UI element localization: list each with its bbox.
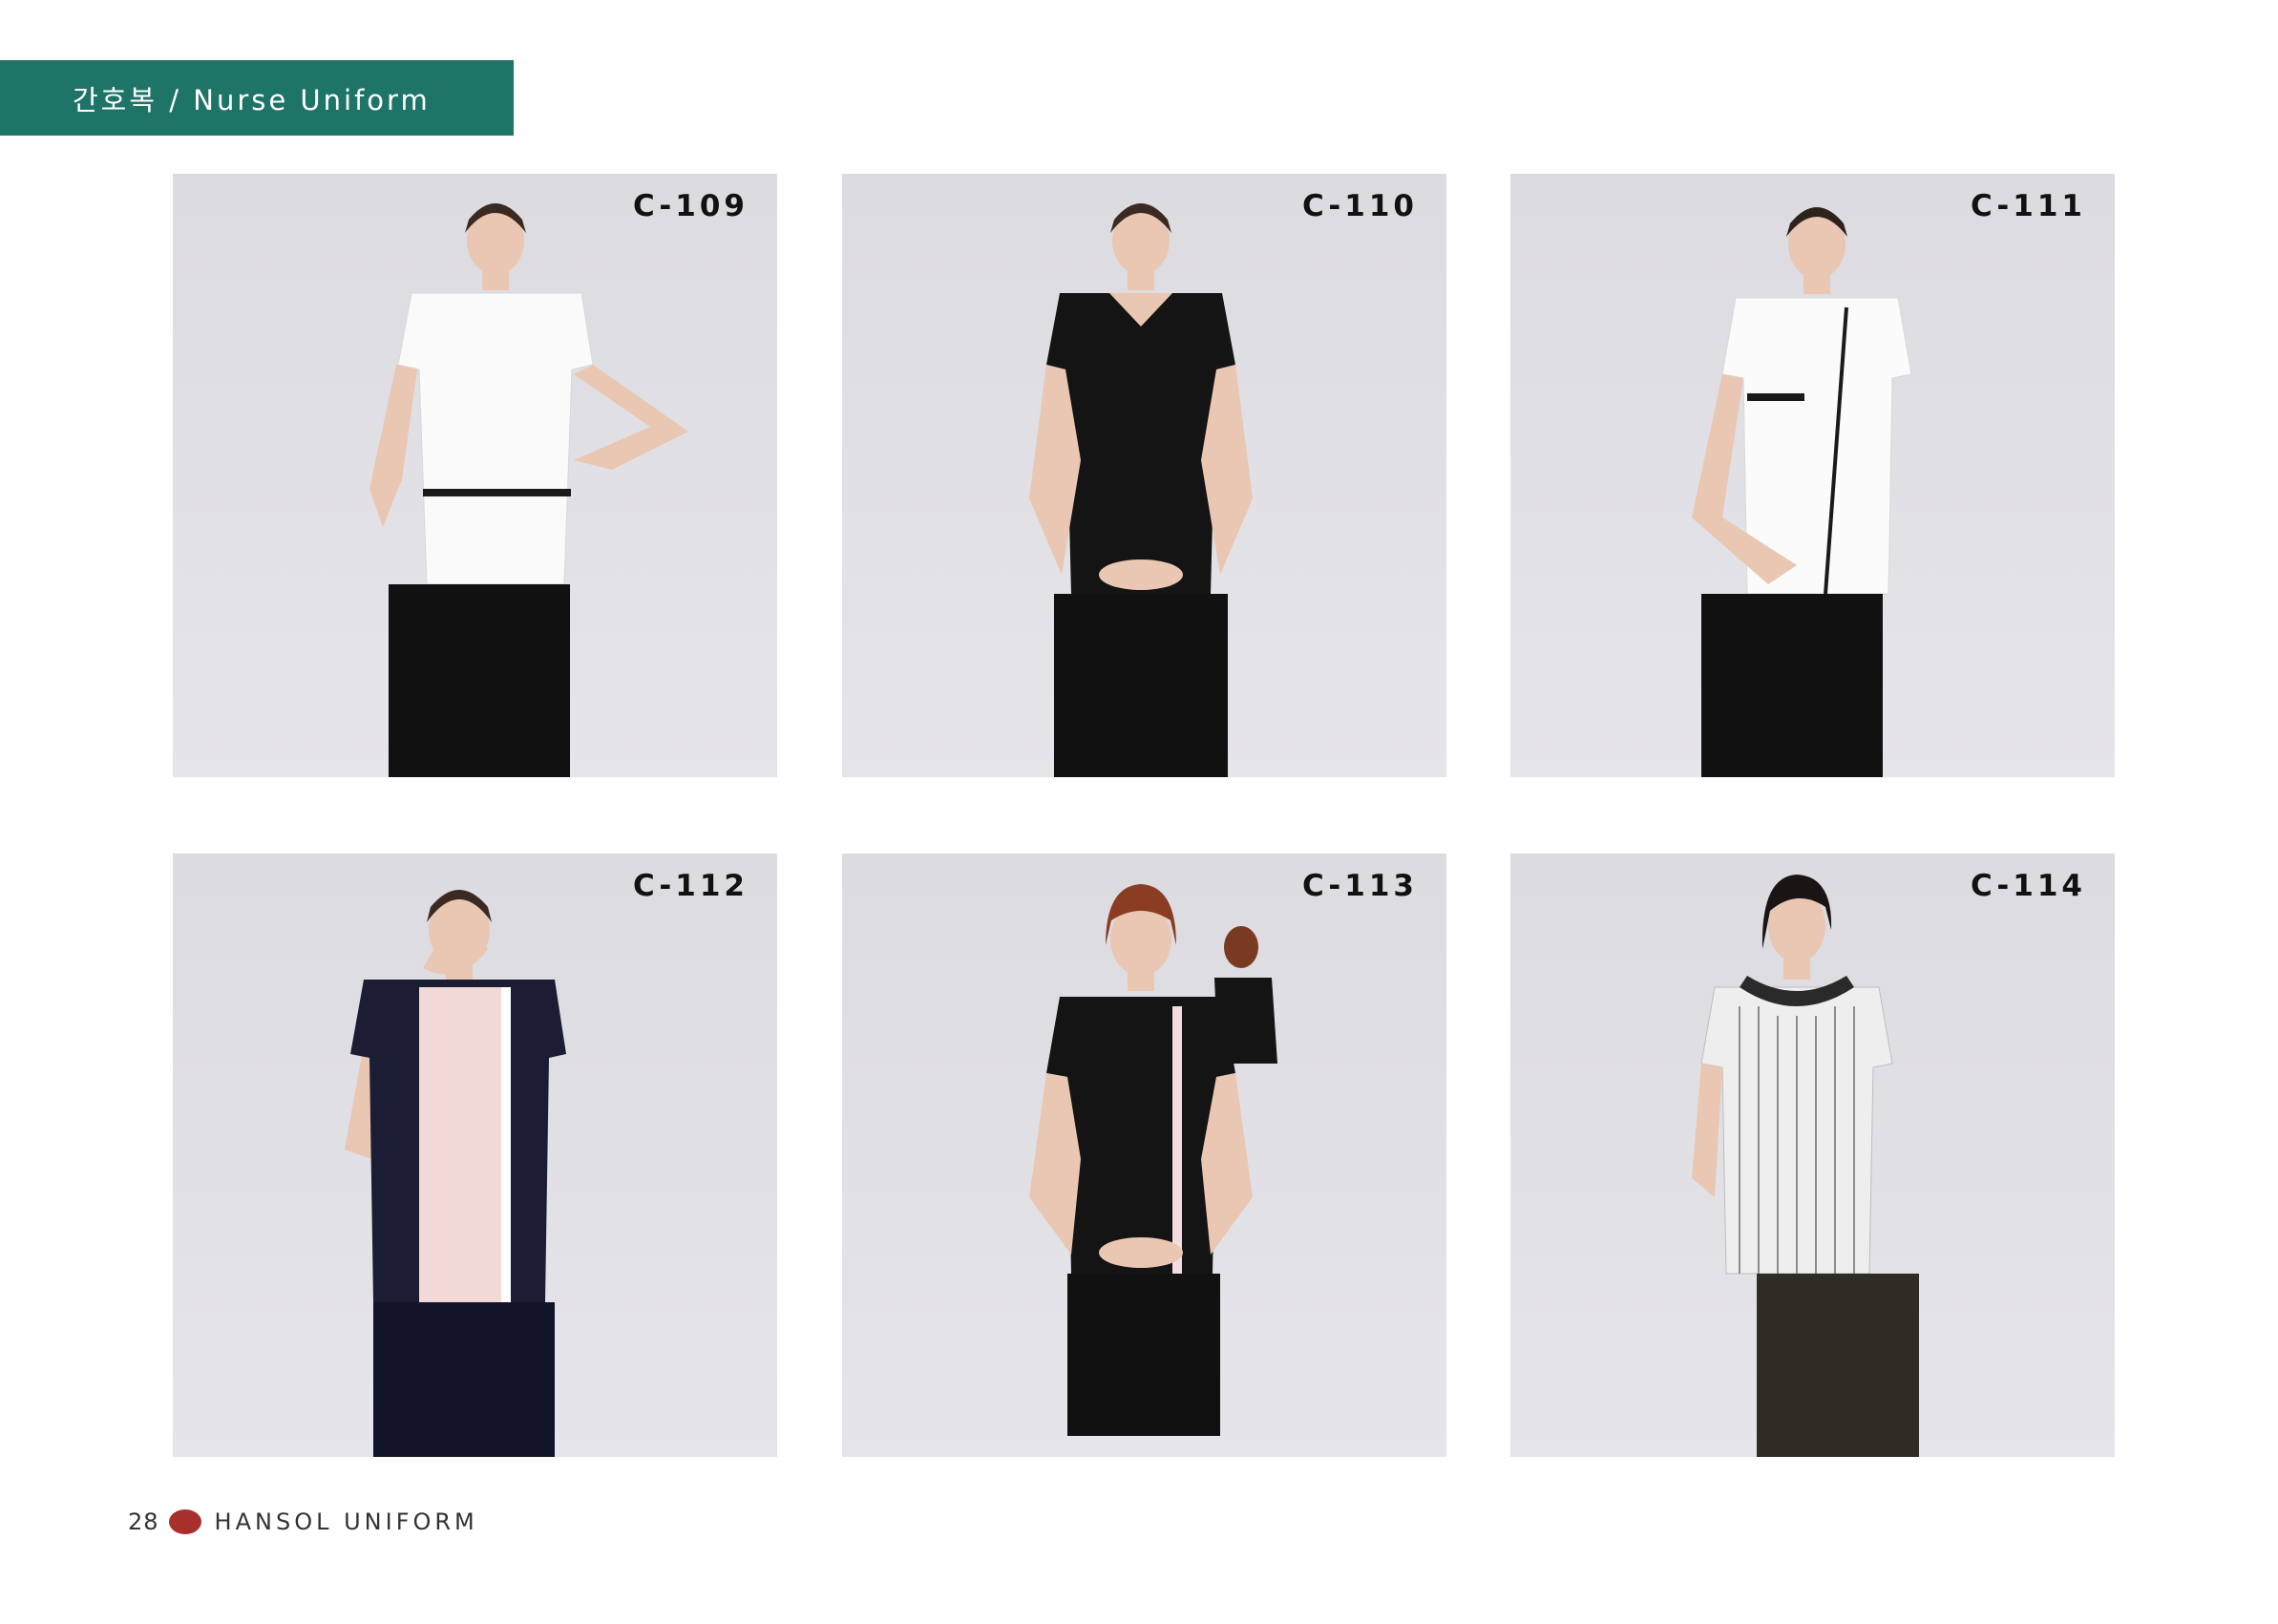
page-footer: 28 HANSOL UNIFORM xyxy=(128,1505,478,1539)
product-card-c109[interactable]: C-109 xyxy=(173,174,777,777)
product-card-c112[interactable]: C-112 xyxy=(173,854,777,1457)
product-card-c113[interactable]: C-113 xyxy=(842,854,1446,1457)
page-number: 28 xyxy=(128,1508,159,1535)
product-code: C-109 xyxy=(632,189,749,223)
product-card-c111[interactable]: C-111 xyxy=(1510,174,2115,777)
model-photo xyxy=(1692,875,1919,1457)
model-photo xyxy=(369,203,688,777)
product-code: C-114 xyxy=(1970,869,2086,903)
product-code: C-113 xyxy=(1301,869,1418,903)
model-photo xyxy=(345,890,566,1457)
brand-name: HANSOL UNIFORM xyxy=(214,1508,478,1535)
product-code: C-110 xyxy=(1301,189,1418,223)
product-card-c110[interactable]: C-110 xyxy=(842,174,1446,777)
model-photo xyxy=(1692,207,1912,777)
product-code: C-112 xyxy=(632,869,749,903)
model-photo xyxy=(1029,884,1277,1436)
section-title: 간호복 / Nurse Uniform xyxy=(73,83,431,116)
product-code: C-111 xyxy=(1970,189,2086,223)
brand-logo-dot xyxy=(168,1509,201,1534)
product-card-c114[interactable]: C-114 xyxy=(1510,854,2115,1457)
section-title-banner: 간호복 / Nurse Uniform xyxy=(0,60,514,136)
model-photo xyxy=(1029,203,1253,777)
